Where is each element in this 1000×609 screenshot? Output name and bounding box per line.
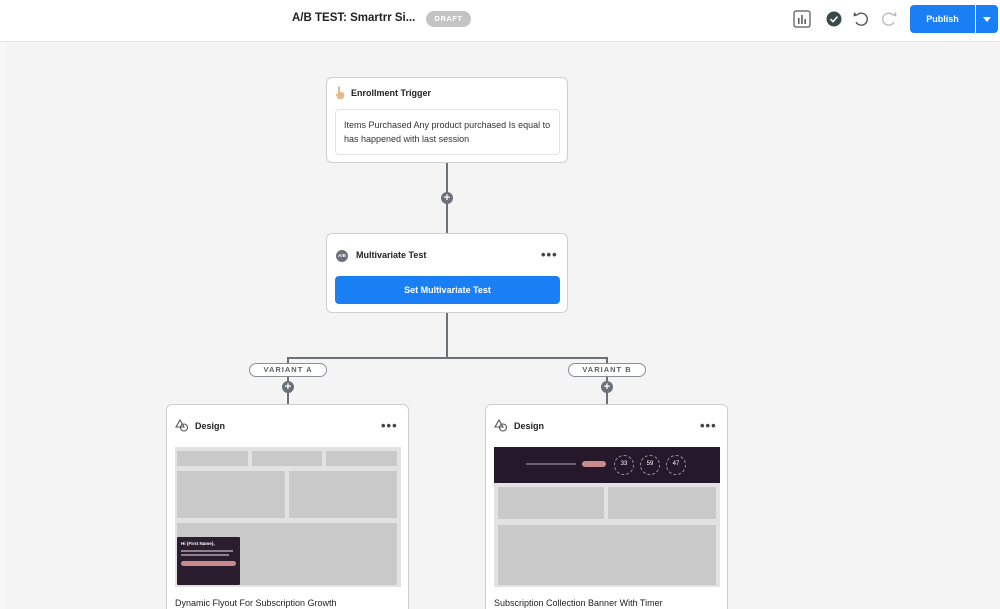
timer-hours: 33: [614, 455, 634, 475]
design-preview-banner[interactable]: 33 59 47: [494, 447, 720, 587]
flyout-greeting: Hi {First Name},: [181, 541, 215, 546]
design-card-variant-b[interactable]: Design ••• 33 59 47 Subscription Collect…: [485, 404, 728, 609]
timer-banner: 33 59 47: [494, 447, 720, 483]
preview-block: [498, 525, 716, 585]
preview-block: [289, 471, 397, 518]
preview-block: [177, 451, 248, 466]
timer-seconds: 47: [666, 455, 686, 475]
top-bar: A/B TEST: Smartrr Si... DRAFT Publish: [0, 0, 1000, 42]
set-multivariate-test-button[interactable]: Set Multivariate Test: [335, 276, 560, 304]
chevron-down-icon: [983, 16, 991, 22]
multivariate-test-title: Multivariate Test: [356, 250, 427, 260]
workflow-canvas[interactable]: + Enrollment Trigger Items Purchased Any…: [6, 43, 1000, 609]
design-shapes-icon: [494, 419, 508, 432]
design-name: Subscription Collection Banner With Time…: [494, 598, 663, 608]
hand-pointer-icon: [335, 86, 345, 99]
flyout-cta: [181, 561, 236, 566]
flyout-popup: Hi {First Name},: [177, 537, 240, 585]
check-circle-icon[interactable]: [824, 9, 844, 29]
enrollment-trigger-card[interactable]: Enrollment Trigger Items Purchased Any p…: [326, 77, 568, 163]
more-options-icon[interactable]: •••: [541, 248, 558, 261]
variant-a-label: VARIANT A: [249, 363, 327, 377]
enrollment-trigger-title: Enrollment Trigger: [351, 88, 432, 98]
preview-block: [252, 451, 322, 466]
page-title[interactable]: A/B TEST: Smartrr Si...: [292, 12, 415, 24]
design-card-title: Design: [195, 421, 226, 431]
timer-minutes: 59: [640, 455, 660, 475]
multivariate-test-card[interactable]: A/B Multivariate Test ••• Set Multivaria…: [326, 233, 568, 313]
preview-block: [177, 471, 285, 518]
preview-block: [608, 487, 716, 519]
connector-line: [287, 357, 607, 359]
ab-test-icon: A/B: [336, 250, 348, 262]
publish-button[interactable]: Publish: [910, 5, 975, 33]
connector-line: [446, 312, 448, 358]
variant-b-label: VARIANT B: [568, 363, 646, 377]
more-options-icon[interactable]: •••: [381, 419, 398, 432]
design-card-variant-a[interactable]: Design ••• Hi {First Name}, Dynamic Flyo…: [166, 404, 409, 609]
preview-block: [326, 451, 397, 466]
add-step-icon[interactable]: +: [441, 192, 453, 204]
design-preview-flyout[interactable]: Hi {First Name},: [175, 447, 401, 587]
preview-block: [498, 487, 604, 519]
analytics-icon[interactable]: [792, 9, 812, 29]
design-card-title: Design: [514, 421, 545, 431]
design-shapes-icon: [175, 419, 189, 432]
more-options-icon[interactable]: •••: [700, 419, 717, 432]
status-badge: DRAFT: [426, 11, 471, 27]
publish-options-button[interactable]: [976, 5, 998, 33]
undo-icon[interactable]: [851, 9, 871, 29]
design-name: Dynamic Flyout For Subscription Growth: [175, 598, 337, 608]
redo-icon[interactable]: [879, 9, 899, 29]
trigger-description: Items Purchased Any product purchased Is…: [335, 109, 560, 155]
